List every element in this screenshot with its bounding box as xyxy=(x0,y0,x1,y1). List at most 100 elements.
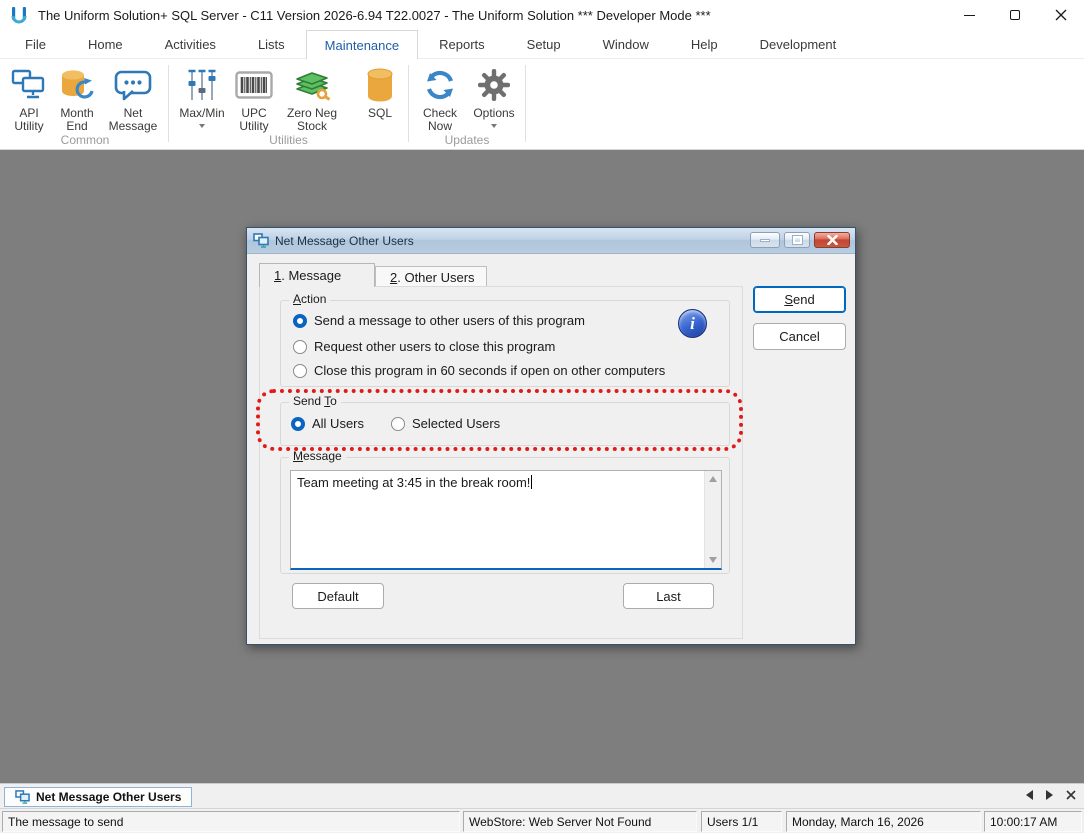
tab-development[interactable]: Development xyxy=(739,30,858,58)
tab-reports[interactable]: Reports xyxy=(418,30,506,58)
status-users-panel: Users 1/1 xyxy=(701,811,782,832)
radio-unselected-icon[interactable] xyxy=(293,363,307,378)
cancel-button[interactable]: Cancel xyxy=(753,323,846,350)
send-to-groupbox: Send To All Users Selected Users xyxy=(280,394,730,446)
app-window: The Uniform Solution+ SQL Server - C11 V… xyxy=(0,0,1084,833)
last-button[interactable]: Last xyxy=(623,583,714,609)
info-icon[interactable]: i xyxy=(678,309,707,338)
close-button[interactable] xyxy=(1038,0,1084,30)
minimize-icon xyxy=(963,14,975,16)
net-message-icon xyxy=(114,65,152,105)
ribbon-item-month-end[interactable]: Month End xyxy=(52,62,102,133)
ribbon: API Utility Month End Net Message Common xyxy=(0,59,1084,150)
ribbon-separator xyxy=(408,65,409,142)
ribbon-item-api-utility[interactable]: API Utility xyxy=(6,62,52,133)
ribbon-group-label-updates: Updates xyxy=(444,133,490,147)
radio-option-all-users[interactable]: All Users xyxy=(291,416,364,431)
radio-label: Selected Users xyxy=(412,416,501,431)
ribbon-item-max-min[interactable]: Max/Min xyxy=(173,62,231,128)
tab-close-icon[interactable] xyxy=(1066,790,1076,800)
dialog-minimize-button[interactable] xyxy=(750,232,780,248)
ribbon-tab-bar: File Home Activities Lists Maintenance R… xyxy=(0,30,1084,59)
ribbon-item-upc-utility[interactable]: UPC Utility xyxy=(231,62,277,133)
dropdown-caret-icon xyxy=(491,124,497,128)
tab-scroll-left-icon[interactable] xyxy=(1026,790,1033,800)
app-logo-icon xyxy=(10,6,28,24)
ribbon-group-label-common: Common xyxy=(60,133,110,147)
default-button[interactable]: Default xyxy=(292,583,384,609)
radio-selected-icon[interactable] xyxy=(291,416,305,431)
dialog-restore-button[interactable] xyxy=(784,232,810,248)
tab-window[interactable]: Window xyxy=(582,30,670,58)
window-titlebar: The Uniform Solution+ SQL Server - C11 V… xyxy=(0,0,1084,30)
tab-file[interactable]: File xyxy=(4,30,67,58)
dialog-tab-other-users[interactable]: 2. Other Users xyxy=(375,266,487,287)
message-groupbox: Message Team meeting at 3:45 in the brea… xyxy=(280,449,730,574)
max-min-icon xyxy=(186,65,218,105)
radio-label: Send a message to other users of this pr… xyxy=(314,313,585,328)
radio-selected-icon[interactable] xyxy=(293,313,307,328)
net-message-dialog: Net Message Other Users 1. Message 2. Ot… xyxy=(246,227,856,645)
ribbon-separator xyxy=(168,65,169,142)
scrollbar[interactable] xyxy=(704,471,721,568)
message-tab-panel: Action Send a message to other users of … xyxy=(256,286,743,639)
text-caret xyxy=(531,475,533,489)
month-end-icon xyxy=(59,65,95,105)
tab-scroll-right-icon[interactable] xyxy=(1046,790,1053,800)
status-webstore-panel: WebStore: Web Server Not Found xyxy=(463,811,697,832)
radio-option-send-message[interactable]: Send a message to other users of this pr… xyxy=(293,313,585,328)
radio-option-selected-users[interactable]: Selected Users xyxy=(391,416,500,431)
dialog-title: Net Message Other Users xyxy=(275,233,414,248)
dialog-titlebar[interactable]: Net Message Other Users xyxy=(247,228,855,254)
restore-icon xyxy=(791,235,803,245)
ribbon-item-net-message[interactable]: Net Message xyxy=(102,62,164,133)
status-message-panel: The message to send xyxy=(2,811,460,832)
zero-neg-stock-icon xyxy=(293,65,331,105)
close-icon xyxy=(1055,9,1067,21)
tab-setup[interactable]: Setup xyxy=(506,30,582,58)
close-icon xyxy=(826,235,838,245)
window-title: The Uniform Solution+ SQL Server - C11 V… xyxy=(38,7,711,23)
ribbon-item-sql[interactable]: SQL xyxy=(356,62,404,120)
options-gear-icon xyxy=(477,65,511,105)
minimize-button[interactable] xyxy=(946,0,992,30)
radio-label: Close this program in 60 seconds if open… xyxy=(314,363,666,378)
ribbon-item-check-now[interactable]: Check Now xyxy=(413,62,467,133)
tab-activities[interactable]: Activities xyxy=(144,30,237,58)
send-to-group-label: Send To xyxy=(289,394,341,409)
tab-home[interactable]: Home xyxy=(67,30,144,58)
radio-label: All Users xyxy=(312,416,365,431)
ribbon-item-options[interactable]: Options xyxy=(467,62,521,128)
send-button[interactable]: Send xyxy=(753,286,846,313)
ribbon-item-zero-neg-stock[interactable]: Zero Neg Stock xyxy=(277,62,347,133)
window-tab-net-message[interactable]: Net Message Other Users xyxy=(4,787,193,807)
dialog-client-area: 1. Message 2. Other Users Action Send a … xyxy=(247,254,855,644)
radio-option-request-close[interactable]: Request other users to close this progra… xyxy=(293,339,555,354)
message-text: Team meeting at 3:45 in the break room! xyxy=(297,475,533,490)
dropdown-caret-icon xyxy=(199,124,205,128)
tab-help[interactable]: Help xyxy=(670,30,739,58)
check-now-icon xyxy=(423,65,457,105)
api-utility-icon xyxy=(11,65,47,105)
sql-icon xyxy=(365,65,395,105)
ribbon-separator xyxy=(525,65,526,142)
tab-maintenance[interactable]: Maintenance xyxy=(305,30,419,59)
maximize-button[interactable] xyxy=(992,0,1038,30)
dialog-close-button[interactable] xyxy=(814,232,850,248)
scroll-up-icon[interactable] xyxy=(709,476,717,482)
status-time-panel: 10:00:17 AM xyxy=(984,811,1082,832)
radio-label: Request other users to close this progra… xyxy=(314,339,556,354)
ribbon-group-label-utilities: Utilities xyxy=(269,133,308,147)
message-textarea[interactable]: Team meeting at 3:45 in the break room! xyxy=(290,470,722,570)
dialog-tab-message[interactable]: 1. Message xyxy=(259,263,375,287)
tab-lists[interactable]: Lists xyxy=(237,30,306,58)
dialog-monitors-icon xyxy=(15,790,30,804)
dialog-monitors-icon xyxy=(253,233,269,248)
scroll-down-icon[interactable] xyxy=(709,557,717,563)
radio-option-force-close[interactable]: Close this program in 60 seconds if open… xyxy=(293,363,665,378)
radio-unselected-icon[interactable] xyxy=(293,339,307,354)
action-group-label: Action xyxy=(289,292,331,307)
ribbon-group-common: API Utility Month End Net Message Common xyxy=(6,62,164,147)
workspace: Net Message Other Users 1. Message 2. Ot… xyxy=(0,150,1084,783)
radio-unselected-icon[interactable] xyxy=(391,416,405,431)
